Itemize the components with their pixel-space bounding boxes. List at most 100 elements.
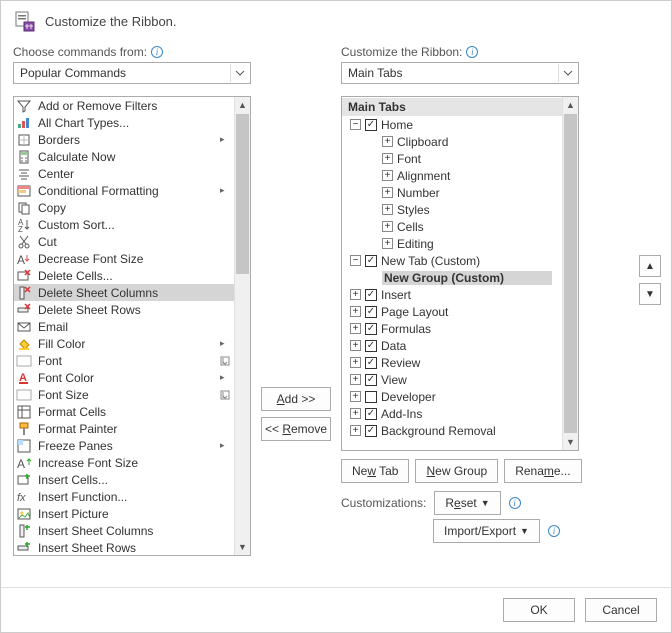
list-item[interactable]: Font bbox=[14, 352, 234, 369]
tree-group[interactable]: +Clipboard bbox=[342, 133, 562, 150]
checkbox[interactable]: ✓ bbox=[365, 289, 377, 301]
scroll-thumb[interactable] bbox=[236, 114, 249, 274]
expand-icon[interactable]: + bbox=[350, 289, 361, 300]
ribbon-tabs-dropdown[interactable]: Main Tabs bbox=[341, 62, 579, 84]
list-item[interactable]: Insert Sheet Rows bbox=[14, 539, 234, 555]
list-item[interactable]: Insert Sheet Columns bbox=[14, 522, 234, 539]
checkbox[interactable]: ✓ bbox=[365, 340, 377, 352]
checkbox[interactable]: ✓ bbox=[365, 306, 377, 318]
scrollbar[interactable]: ▲ ▼ bbox=[234, 97, 250, 555]
new-group-button[interactable]: New Group bbox=[415, 459, 498, 483]
collapse-icon[interactable]: − bbox=[350, 119, 361, 130]
list-item[interactable]: Delete Cells... bbox=[14, 267, 234, 284]
info-icon[interactable]: i bbox=[509, 497, 521, 509]
rename-button[interactable]: Rename... bbox=[504, 459, 581, 483]
checkbox[interactable] bbox=[365, 391, 377, 403]
tree-tab[interactable]: +✓Page Layout bbox=[342, 303, 562, 320]
expand-icon[interactable]: + bbox=[350, 408, 361, 419]
remove-button[interactable]: << Remove bbox=[261, 417, 331, 441]
list-item[interactable]: Borders▸ bbox=[14, 131, 234, 148]
info-icon[interactable]: i bbox=[466, 46, 478, 58]
expand-icon[interactable]: + bbox=[350, 306, 361, 317]
scrollbar[interactable]: ▲ ▼ bbox=[562, 97, 578, 450]
list-item[interactable]: Email bbox=[14, 318, 234, 335]
expand-icon[interactable]: + bbox=[350, 391, 361, 402]
list-item[interactable]: Copy bbox=[14, 199, 234, 216]
list-item[interactable]: Insert Cells... bbox=[14, 471, 234, 488]
expand-icon[interactable]: + bbox=[382, 221, 393, 232]
tree-tab[interactable]: +Developer bbox=[342, 388, 562, 405]
expand-icon[interactable]: + bbox=[382, 153, 393, 164]
tree-tab[interactable]: −✓Home bbox=[342, 116, 562, 133]
new-tab-button[interactable]: New Tab bbox=[341, 459, 409, 483]
tree-tab[interactable]: +✓Add-Ins bbox=[342, 405, 562, 422]
tree-group[interactable]: +Font bbox=[342, 150, 562, 167]
expand-icon[interactable]: + bbox=[350, 323, 361, 334]
move-down-button[interactable]: ▼ bbox=[639, 283, 661, 305]
list-item[interactable]: Delete Sheet Columns bbox=[14, 284, 234, 301]
expand-icon[interactable]: + bbox=[382, 136, 393, 147]
list-item[interactable]: AZCustom Sort... bbox=[14, 216, 234, 233]
scroll-down-icon[interactable]: ▼ bbox=[235, 539, 250, 555]
import-export-button[interactable]: Import/Export▼ bbox=[433, 519, 540, 543]
list-item[interactable]: Center bbox=[14, 165, 234, 182]
expand-icon[interactable]: + bbox=[350, 340, 361, 351]
tree-tab[interactable]: +✓Background Removal bbox=[342, 422, 562, 439]
info-icon[interactable]: i bbox=[548, 525, 560, 537]
expand-icon[interactable]: + bbox=[350, 425, 361, 436]
list-item[interactable]: Fill Color▸ bbox=[14, 335, 234, 352]
tree-group[interactable]: +Cells bbox=[342, 218, 562, 235]
cancel-button[interactable]: Cancel bbox=[585, 598, 657, 622]
list-item[interactable]: ADecrease Font Size bbox=[14, 250, 234, 267]
info-icon[interactable]: i bbox=[151, 46, 163, 58]
list-item[interactable]: AIncrease Font Size bbox=[14, 454, 234, 471]
checkbox[interactable]: ✓ bbox=[365, 408, 377, 420]
checkbox[interactable]: ✓ bbox=[365, 357, 377, 369]
list-item[interactable]: Freeze Panes▸ bbox=[14, 437, 234, 454]
ok-button[interactable]: OK bbox=[503, 598, 575, 622]
tree-tab[interactable]: +✓Review bbox=[342, 354, 562, 371]
reset-button[interactable]: Reset▼ bbox=[434, 491, 500, 515]
expand-icon[interactable]: + bbox=[382, 170, 393, 181]
list-item[interactable]: Calculate Now bbox=[14, 148, 234, 165]
list-item[interactable]: Insert Picture bbox=[14, 505, 234, 522]
tree-tab[interactable]: +✓View bbox=[342, 371, 562, 388]
tree-group[interactable]: +Editing bbox=[342, 235, 562, 252]
move-up-button[interactable]: ▲ bbox=[639, 255, 661, 277]
expand-icon[interactable]: + bbox=[350, 357, 361, 368]
commands-source-dropdown[interactable]: Popular Commands bbox=[13, 62, 251, 84]
scroll-down-icon[interactable]: ▼ bbox=[563, 434, 578, 450]
list-item[interactable]: AFont Color▸ bbox=[14, 369, 234, 386]
list-item[interactable]: Font Size bbox=[14, 386, 234, 403]
list-item[interactable]: Add or Remove Filters bbox=[14, 97, 234, 114]
scroll-thumb[interactable] bbox=[564, 114, 577, 433]
scroll-up-icon[interactable]: ▲ bbox=[563, 97, 578, 113]
checkbox[interactable]: ✓ bbox=[365, 374, 377, 386]
list-item[interactable]: All Chart Types... bbox=[14, 114, 234, 131]
checkbox[interactable]: ✓ bbox=[365, 425, 377, 437]
tree-group[interactable]: New Group (Custom) bbox=[342, 269, 562, 286]
expand-icon[interactable]: + bbox=[382, 187, 393, 198]
expand-icon[interactable]: + bbox=[382, 204, 393, 215]
tree-group[interactable]: +Alignment bbox=[342, 167, 562, 184]
ribbon-tree[interactable]: Main Tabs−✓Home+Clipboard+Font+Alignment… bbox=[341, 96, 579, 451]
list-item[interactable]: Format Painter bbox=[14, 420, 234, 437]
checkbox[interactable]: ✓ bbox=[365, 323, 377, 335]
add-button[interactable]: Add >> bbox=[261, 387, 331, 411]
tree-tab[interactable]: +✓Insert bbox=[342, 286, 562, 303]
list-item[interactable]: Format Cells bbox=[14, 403, 234, 420]
list-item[interactable]: Delete Sheet Rows bbox=[14, 301, 234, 318]
checkbox[interactable]: ✓ bbox=[365, 255, 377, 267]
list-item[interactable]: Conditional Formatting▸ bbox=[14, 182, 234, 199]
collapse-icon[interactable]: − bbox=[350, 255, 361, 266]
tree-group[interactable]: +Number bbox=[342, 184, 562, 201]
checkbox[interactable]: ✓ bbox=[365, 119, 377, 131]
list-item[interactable]: Cut bbox=[14, 233, 234, 250]
expand-icon[interactable]: + bbox=[350, 374, 361, 385]
list-item[interactable]: fxInsert Function... bbox=[14, 488, 234, 505]
expand-icon[interactable]: + bbox=[382, 238, 393, 249]
commands-listbox[interactable]: Add or Remove FiltersAll Chart Types...B… bbox=[13, 96, 251, 556]
tree-group[interactable]: +Styles bbox=[342, 201, 562, 218]
tree-tab[interactable]: −✓New Tab (Custom) bbox=[342, 252, 562, 269]
tree-tab[interactable]: +✓Data bbox=[342, 337, 562, 354]
